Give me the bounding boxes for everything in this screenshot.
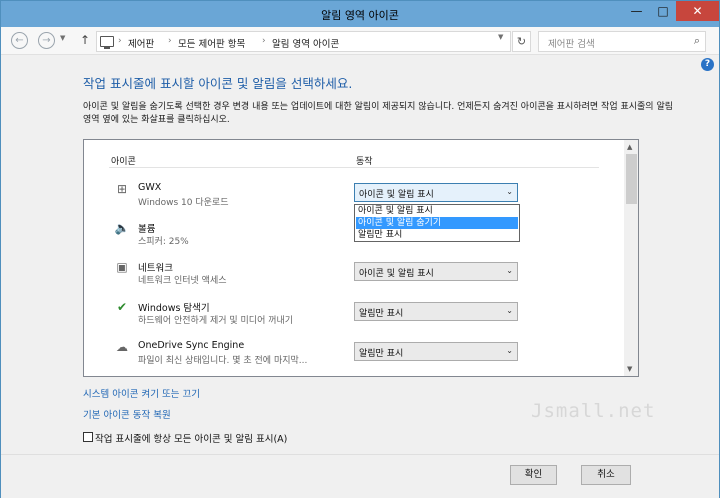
header-divider: [109, 167, 599, 168]
vertical-scrollbar[interactable]: ▲ ▼: [624, 140, 638, 376]
maximize-button[interactable]: □: [650, 1, 676, 21]
page-description: 아이콘 및 알림을 숨기도록 선택한 경우 변경 내용 또는 업데이트에 대한 …: [83, 102, 674, 125]
minimize-button[interactable]: —: [623, 1, 650, 21]
chevron-down-icon: ⌄: [506, 306, 513, 315]
chevron-right-icon[interactable]: ›: [118, 36, 122, 46]
scroll-down-icon[interactable]: ▼: [627, 365, 632, 373]
behavior-select-gwx[interactable]: 아이콘 및 알림 표시 ⌄: [354, 183, 518, 202]
row-name-onedrive: OneDrive Sync Engine: [138, 340, 245, 351]
behavior-select-value: 알림만 표시: [359, 309, 404, 319]
notification-area-icons-window: 알림 영역 아이콘 — □ ✕ ← → ▼ ↑ › 제어판 › 모든 제어판 항…: [0, 0, 720, 498]
ok-button[interactable]: 확인: [510, 465, 557, 485]
row-sub-onedrive: 파일이 최신 상태입니다. 몇 초 전에 마지막...: [138, 356, 308, 366]
system-icons-link[interactable]: 시스템 아이콘 켜기 또는 끄기: [83, 386, 200, 400]
chevron-down-icon: ⌄: [506, 187, 513, 196]
watermark: Jsmall.net: [531, 400, 656, 422]
page-heading: 작업 표시줄에 표시할 아이콘 및 알림을 선택하세요.: [83, 76, 353, 91]
row-name-explorer: Windows 탐색기: [138, 303, 210, 314]
usb-safe-remove-icon: ✔: [116, 300, 128, 314]
dropdown-option-notifications-only[interactable]: 알림만 표시: [356, 229, 518, 241]
behavior-select-explorer[interactable]: 알림만 표시 ⌄: [354, 302, 518, 321]
navigation-bar: ← → ▼ ↑ › 제어판 › 모든 제어판 항목 › 알림 영역 아이콘 ▼ …: [1, 27, 719, 55]
row-name-network: 네트워크: [138, 263, 173, 274]
behavior-select-value: 알림만 표시: [359, 349, 404, 359]
behavior-dropdown-list: 아이콘 및 알림 표시 아이콘 및 알림 숨기기 알림만 표시: [354, 204, 520, 242]
scroll-up-icon[interactable]: ▲: [627, 143, 632, 151]
windows-logo-icon: ⊞: [116, 182, 128, 196]
recent-locations-dropdown-icon[interactable]: ▼: [60, 34, 65, 42]
breadcrumb-notification-icons[interactable]: 알림 영역 아이콘: [272, 36, 339, 50]
chevron-right-icon[interactable]: ›: [168, 36, 172, 46]
breadcrumb-all-items[interactable]: 모든 제어판 항목: [178, 36, 245, 50]
breadcrumb-control-panel[interactable]: 제어판: [128, 36, 154, 50]
row-sub-explorer: 하드웨어 안전하게 제거 및 미디어 꺼내기: [138, 316, 294, 326]
onedrive-cloud-icon: ☁: [116, 340, 128, 354]
always-show-label[interactable]: 작업 표시줄에 항상 모든 아이콘 및 알림 표시(A): [95, 431, 287, 445]
column-header-icon: 아이콘: [111, 157, 136, 167]
chevron-down-icon: ⌄: [506, 266, 513, 275]
behavior-select-network[interactable]: 아이콘 및 알림 표시 ⌄: [354, 262, 518, 281]
title-bar: 알림 영역 아이콘 — □ ✕: [1, 1, 719, 27]
up-arrow-icon[interactable]: ↑: [80, 33, 90, 47]
row-sub-volume: 스피커: 25%: [138, 237, 189, 247]
behavior-select-onedrive[interactable]: 알림만 표시 ⌄: [354, 342, 518, 361]
scrollbar-thumb[interactable]: [626, 154, 637, 204]
refresh-button[interactable]: ↻: [512, 31, 531, 52]
behavior-select-value: 아이콘 및 알림 표시: [359, 269, 434, 279]
dropdown-option-show-all[interactable]: 아이콘 및 알림 표시: [356, 205, 518, 217]
address-dropdown-icon[interactable]: ▼: [498, 33, 503, 41]
row-name-volume: 볼륨: [138, 224, 156, 235]
behavior-select-value: 아이콘 및 알림 표시: [359, 190, 434, 200]
column-header-behavior: 동작: [356, 157, 373, 167]
chevron-right-icon[interactable]: ›: [262, 36, 266, 46]
network-icon: ▣: [116, 260, 128, 274]
address-bar[interactable]: › 제어판 › 모든 제어판 항목 › 알림 영역 아이콘: [96, 31, 511, 52]
restore-defaults-link[interactable]: 기본 아이콘 동작 복원: [83, 407, 171, 421]
search-icon[interactable]: ⌕: [694, 34, 700, 48]
row-sub-network: 네트워크 인터넷 액세스: [138, 276, 227, 286]
search-input[interactable]: 제어판 검색 ⌕: [538, 31, 706, 52]
forward-button[interactable]: →: [38, 32, 55, 49]
help-icon[interactable]: ?: [701, 58, 714, 71]
back-button[interactable]: ←: [11, 32, 28, 49]
cancel-button[interactable]: 취소: [581, 465, 631, 485]
close-button[interactable]: ✕: [676, 1, 719, 21]
icon-behavior-list: 아이콘 동작 ⊞ GWX Windows 10 다운로드 아이콘 및 알림 표시…: [83, 139, 639, 377]
window-title: 알림 영역 아이콘: [321, 9, 399, 22]
chevron-down-icon: ⌄: [506, 346, 513, 355]
row-name-gwx: GWX: [138, 182, 162, 193]
computer-icon: [100, 36, 114, 49]
speaker-icon: 🔈: [114, 221, 130, 235]
row-sub-gwx: Windows 10 다운로드: [138, 198, 229, 208]
footer-bar: 확인 취소: [1, 454, 719, 498]
search-placeholder: 제어판 검색: [548, 39, 595, 50]
always-show-checkbox[interactable]: [83, 432, 93, 442]
dropdown-option-hide[interactable]: 아이콘 및 알림 숨기기: [356, 217, 518, 229]
